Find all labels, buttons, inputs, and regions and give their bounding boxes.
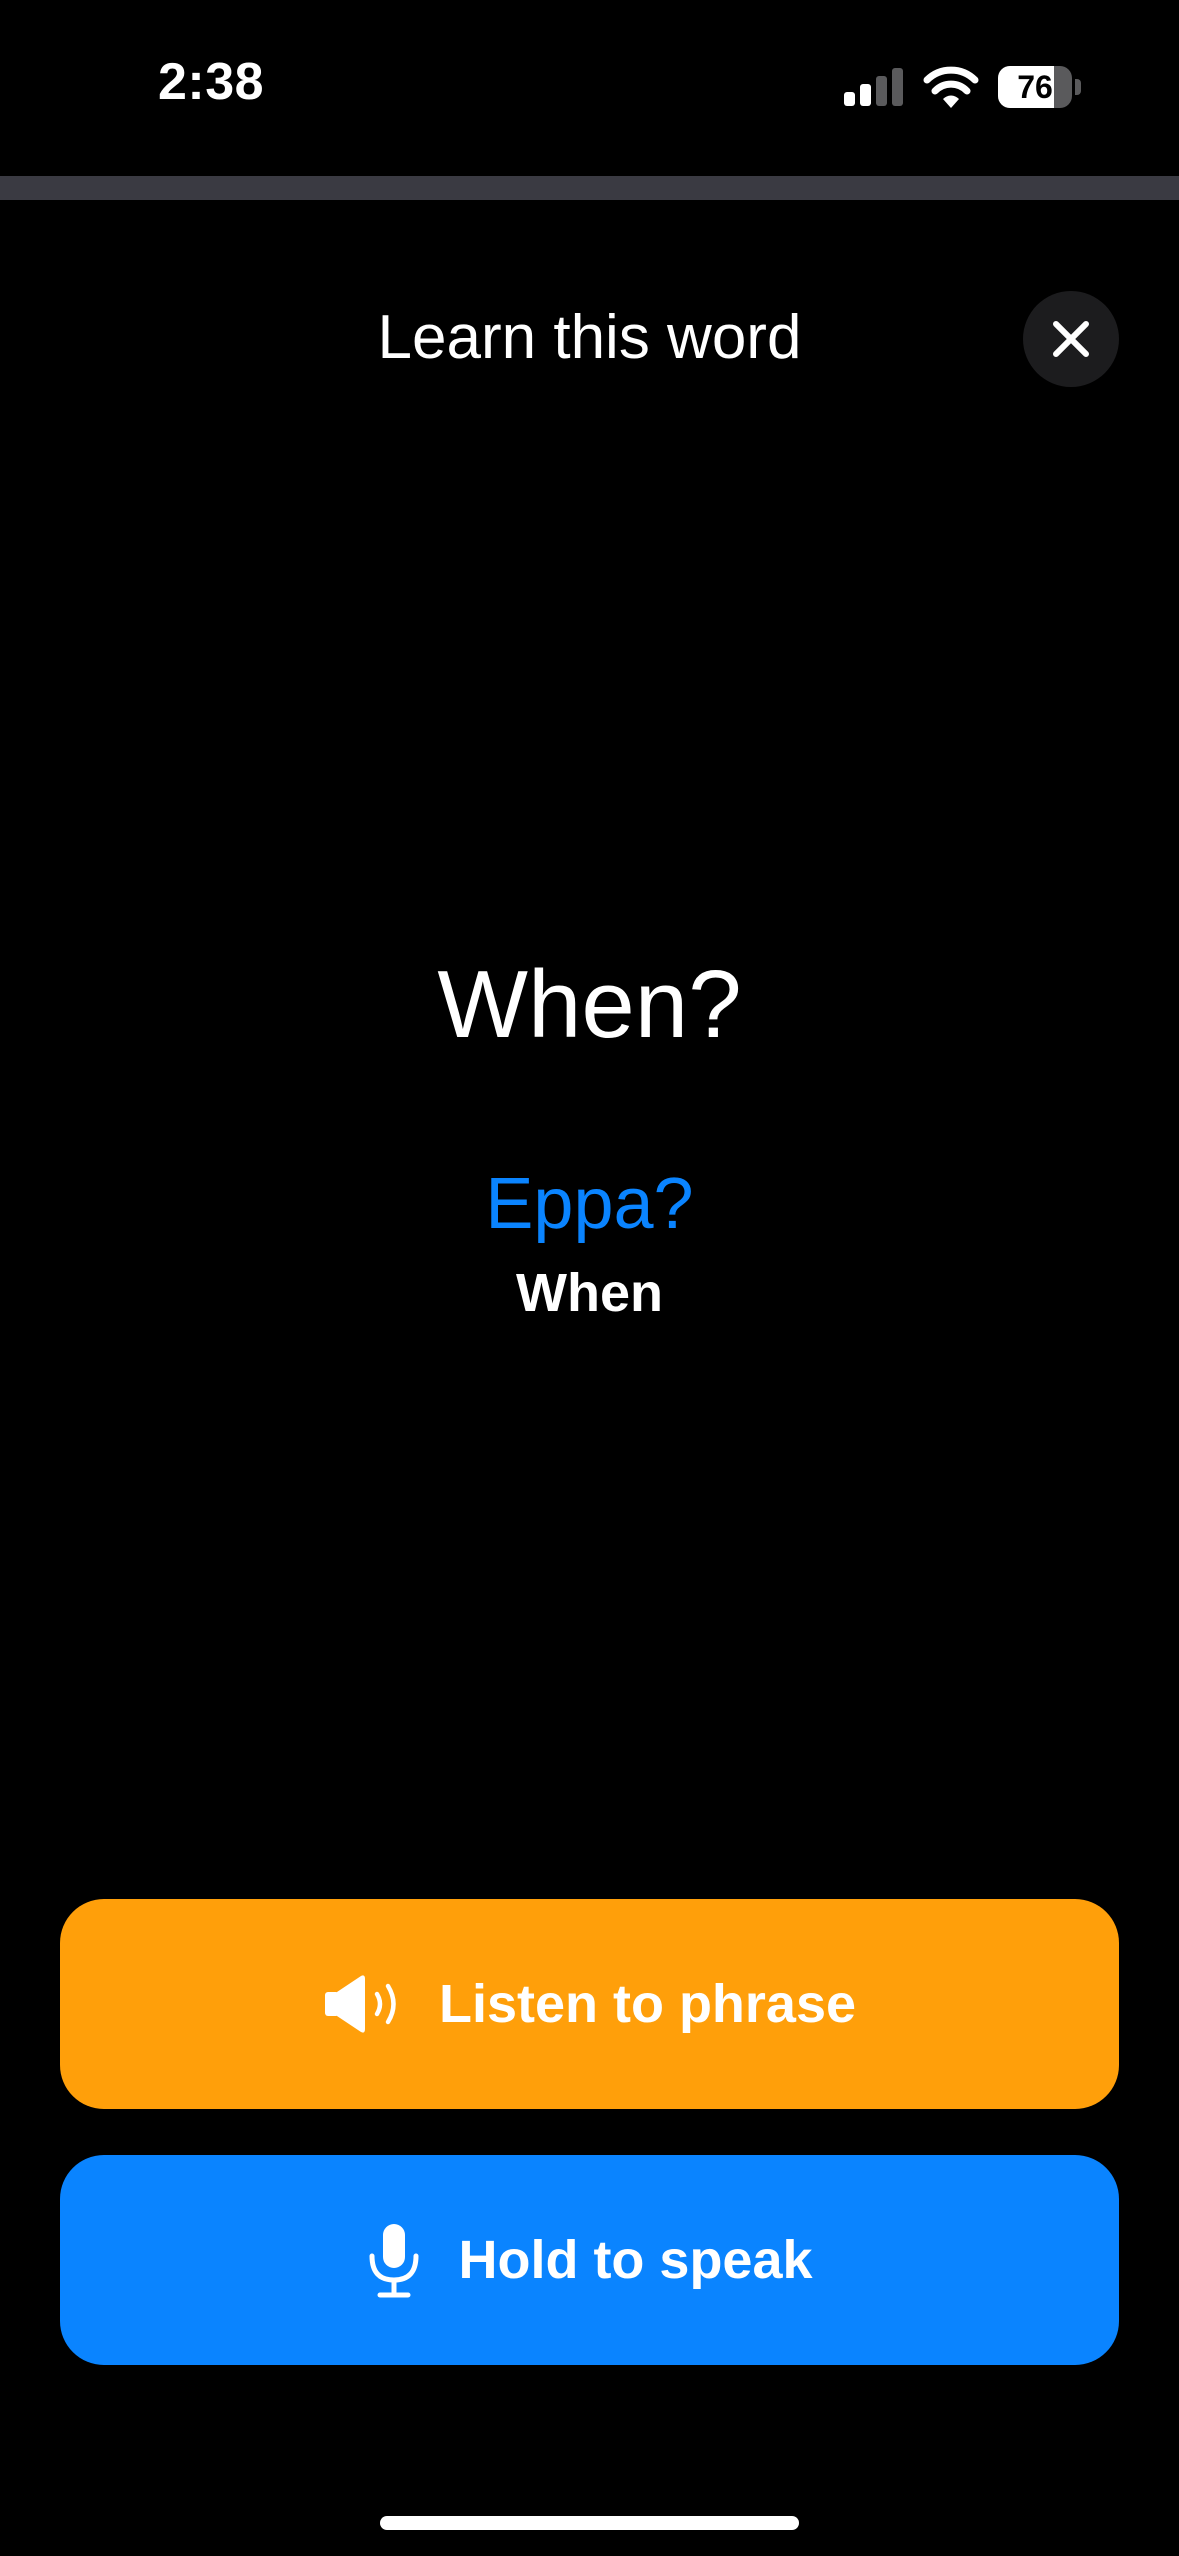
speaker-wave-icon [324, 1975, 396, 2033]
cellular-signal-icon [844, 68, 903, 106]
wifi-icon [923, 66, 979, 108]
listen-button-label: Listen to phrase [438, 1974, 857, 2034]
word-translation: Eppa? [485, 1164, 694, 1244]
word-prompt: When? [437, 951, 742, 1058]
status-bar: 2:38 76 [0, 0, 1179, 170]
battery-icon: 76 [998, 66, 1082, 108]
hold-to-speak-button[interactable]: Hold to speak [60, 2155, 1119, 2365]
listen-to-phrase-button[interactable]: Listen to phrase [60, 1899, 1119, 2109]
speak-button-label: Hold to speak [458, 2230, 813, 2290]
home-indicator[interactable] [380, 2516, 799, 2530]
page-title: Learn this word [377, 303, 802, 372]
battery-body: 76 [998, 66, 1072, 108]
close-icon [1053, 321, 1089, 357]
battery-level: 76 [1017, 69, 1053, 105]
lesson-progress-bar [0, 176, 1179, 200]
status-time: 2:38 [158, 53, 265, 111]
microphone-icon [369, 2224, 419, 2298]
battery-nub [1075, 79, 1081, 95]
word-gloss: When [516, 1263, 663, 1323]
close-button[interactable] [1023, 291, 1119, 387]
